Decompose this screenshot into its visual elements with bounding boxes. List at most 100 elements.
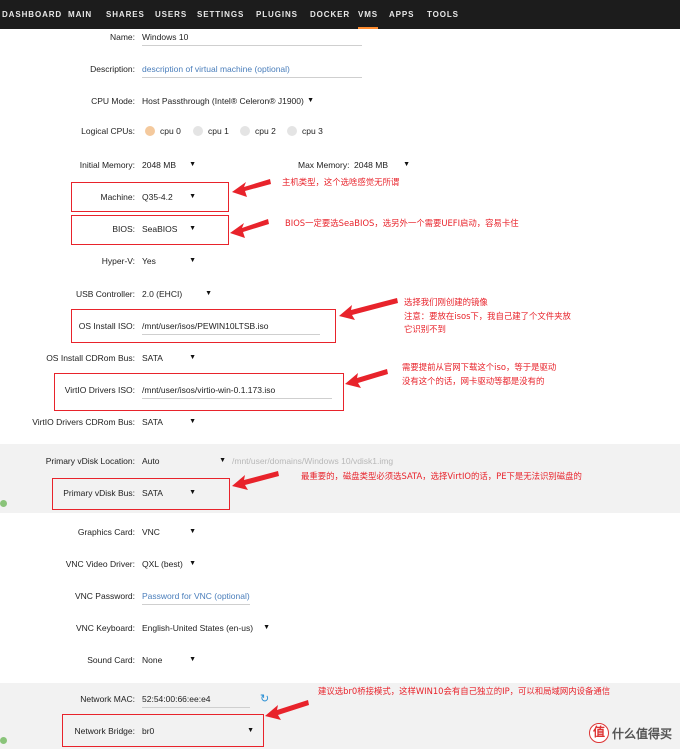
vnc-video-driver-select[interactable]: QXL (best) ▼ (142, 555, 196, 573)
nav-main[interactable]: MAIN (68, 0, 92, 29)
os-iso-highlight-box (71, 309, 336, 343)
vdisk-path: /mnt/user/domains/Windows 10/vdisk1.img (232, 456, 394, 466)
cpu0-checkbox[interactable] (145, 126, 155, 136)
virtio-cdrom-bus-select[interactable]: SATA ▼ (142, 413, 196, 431)
watermark-text: 什么值得买 (611, 726, 672, 741)
bios-note: BIOS一定要选SeaBIOS，选另外一个需要UEFI启动，容易卡住 (285, 218, 519, 228)
row-graphics-card: Graphics Card: VNC ▼ (0, 523, 680, 541)
row-vnc-password: VNC Password: Password for VNC (optional… (0, 587, 680, 605)
chevron-down-icon: ▼ (189, 257, 196, 264)
hyperv-label: Hyper-V: (101, 256, 135, 266)
sound-card-label: Sound Card: (87, 655, 135, 665)
chevron-down-icon: ▼ (189, 528, 196, 535)
cpu2-checkbox[interactable] (240, 126, 250, 136)
os-cdrom-bus-select[interactable]: SATA ▼ (142, 349, 196, 367)
nav-settings[interactable]: SETTINGS (197, 0, 244, 29)
nav-docker[interactable]: DOCKER (310, 0, 350, 29)
os-iso-note-line3: 它识别不到 (404, 324, 446, 334)
nav-plugins[interactable]: PLUGINS (256, 0, 298, 29)
chevron-down-icon: ▼ (189, 418, 196, 425)
max-memory-select[interactable]: 2048 MB ▼ (354, 156, 410, 174)
virtio-note-line2: 没有这个的话，网卡驱动等都是没有的 (402, 375, 545, 386)
vdisk-location-value: Auto (142, 456, 160, 466)
virtio-cdrom-bus-label: VirtIO Drivers CDRom Bus: (32, 417, 135, 427)
row-usb-controller: USB Controller: 2.0 (EHCI) ▼ (0, 285, 680, 303)
usb-controller-select[interactable]: 2.0 (EHCI) ▼ (142, 285, 212, 303)
os-iso-note-line2: 注意：要放在isos下，我自己建了个文件夹放 (404, 310, 571, 321)
sound-card-value: None (142, 655, 163, 665)
usb-controller-value: 2.0 (EHCI) (142, 289, 183, 299)
network-mac-input[interactable]: 52:54:00:66:ee:e4 (142, 690, 250, 708)
chevron-down-icon: ▼ (189, 354, 196, 361)
virtio-cdrom-bus-value: SATA (142, 417, 163, 427)
vnc-video-driver-label: VNC Video Driver: (65, 559, 135, 569)
network-mac-label: Network MAC: (80, 694, 135, 704)
max-memory-value: 2048 MB (354, 160, 389, 170)
top-navigation: DASHBOARD MAIN SHARES USERS SETTINGS PLU… (0, 0, 680, 29)
vdisk-location-select[interactable]: Auto ▼ (142, 452, 226, 470)
row-name: Name: Windows 10 (0, 28, 680, 46)
initial-memory-label: Initial Memory: (79, 160, 135, 170)
usb-controller-label: USB Controller: (75, 289, 135, 299)
vdisk-bus-note: 最重要的，磁盘类型必须选SATA，选择VirtIO的话，PE下是无法识别磁盘的 (301, 471, 582, 481)
cpu3-checkbox[interactable] (287, 126, 297, 136)
row-logical-cpus: Logical CPUs: cpu 0 cpu 1 cpu 2 cpu 3 (0, 122, 680, 140)
nav-shares[interactable]: SHARES (106, 0, 145, 29)
row-sound-card: Sound Card: None ▼ (0, 651, 680, 669)
row-description: Description: description of virtual mach… (0, 60, 680, 78)
os-cdrom-bus-value: SATA (142, 353, 163, 363)
row-vnc-video-driver: VNC Video Driver: QXL (best) ▼ (0, 555, 680, 573)
cpu-mode-value: Host Passthrough (Intel® Celeron® J1900) (142, 96, 304, 106)
graphics-card-value: VNC (142, 527, 160, 537)
cpu1-checkbox[interactable] (193, 126, 203, 136)
graphics-card-label: Graphics Card: (77, 527, 135, 537)
initial-memory-value: 2048 MB (142, 160, 177, 170)
cpu-mode-select[interactable]: Host Passthrough (Intel® Celeron® J1900)… (142, 92, 314, 110)
chevron-down-icon: ▼ (307, 97, 314, 104)
vnc-password-input[interactable]: Password for VNC (optional) (142, 587, 250, 605)
chevron-down-icon: ▼ (403, 161, 410, 168)
initial-memory-select[interactable]: 2048 MB ▼ (142, 156, 196, 174)
chevron-down-icon: ▼ (189, 656, 196, 663)
watermark-logo: 值 (588, 723, 609, 743)
os-iso-note: 选择我们刚创建的镜像 注意：要放在isos下，我自己建了个文件夹放 它识别不到 (404, 296, 571, 337)
row-os-cdrom-bus: OS Install CDRom Bus: SATA ▼ (0, 349, 680, 367)
machine-note: 主机类型，这个选啥感觉无所谓 (282, 177, 400, 187)
vnc-keyboard-value: English-United States (en-us) (142, 623, 254, 633)
os-cdrom-bus-label: OS Install CDRom Bus: (46, 353, 135, 363)
row-vdisk-location: Primary vDisk Location: Auto ▼ /mnt/user… (0, 452, 680, 470)
graphics-card-select[interactable]: VNC ▼ (142, 523, 196, 541)
watermark: 值 什么值得买 (588, 721, 672, 745)
vnc-keyboard-select[interactable]: English-United States (en-us) ▼ (142, 619, 270, 637)
vdisk-location-label: Primary vDisk Location: (45, 456, 135, 466)
virtio-highlight-box (54, 373, 344, 411)
chevron-down-icon: ▼ (219, 457, 226, 464)
network-bridge-highlight-box (62, 714, 264, 747)
cpu3-label: cpu 3 (302, 126, 323, 136)
hyperv-select[interactable]: Yes ▼ (142, 252, 196, 270)
nav-vms[interactable]: VMS (358, 0, 379, 29)
row-memory: Initial Memory: 2048 MB ▼ Max Memory: 20… (0, 156, 680, 174)
machine-highlight-box (71, 182, 229, 212)
nav-tools[interactable]: TOOLS (427, 0, 459, 29)
os-iso-note-line1: 选择我们刚创建的镜像 (404, 297, 488, 307)
virtio-note: 需要提前从官网下载这个iso，等于是驱动 没有这个的话，网卡驱动等都是没有的 (402, 361, 556, 388)
vnc-password-label: VNC Password: (75, 591, 135, 601)
network-note: 建议选br0桥接模式，这样WIN10会有自己独立的IP，可以和局域网内设备通信 (318, 686, 611, 696)
description-input[interactable]: description of virtual machine (optional… (142, 60, 362, 78)
chevron-down-icon: ▼ (189, 560, 196, 567)
nav-dashboard[interactable]: DASHBOARD (2, 0, 62, 29)
chevron-down-icon: ▼ (205, 290, 212, 297)
nav-users[interactable]: USERS (155, 0, 187, 29)
refresh-icon[interactable]: ↻ (260, 693, 269, 705)
virtio-note-line1: 需要提前从官网下载这个iso，等于是驱动 (402, 362, 557, 372)
logical-cpus-label: Logical CPUs: (81, 126, 135, 136)
name-input[interactable]: Windows 10 (142, 28, 362, 46)
cpu2-label: cpu 2 (255, 126, 276, 136)
sound-card-select[interactable]: None ▼ (142, 651, 196, 669)
row-virtio-cdrom-bus: VirtIO Drivers CDRom Bus: SATA ▼ (0, 413, 680, 431)
cpu-mode-label: CPU Mode: (91, 96, 135, 106)
name-label: Name: (109, 32, 135, 42)
vnc-keyboard-label: VNC Keyboard: (75, 623, 135, 633)
nav-apps[interactable]: APPS (389, 0, 414, 29)
